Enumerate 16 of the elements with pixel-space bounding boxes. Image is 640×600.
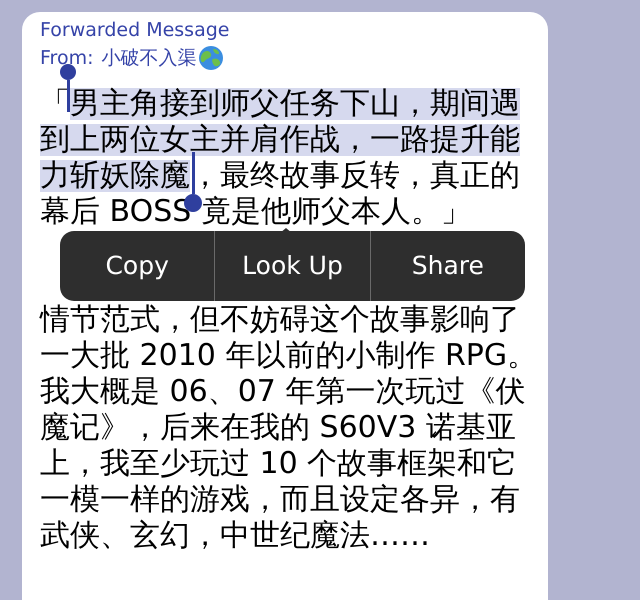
message-line: 我大概是 06、07 年第一次玩过《伏: [40, 376, 526, 408]
message-line: 一模一样的游戏，而且设定各异，有: [40, 484, 520, 516]
message-line: 武侠、玄幻，中世纪魔法……: [40, 520, 430, 552]
menu-button[interactable]: Copy: [60, 231, 214, 301]
message-line: 力斩妖除魔，最终故事反转，真正的: [40, 160, 520, 192]
menu-button[interactable]: Look Up: [214, 231, 370, 301]
message-line: 魔记》，后来在我的 S60V3 诺基亚: [40, 412, 516, 444]
sender-name[interactable]: 小破不入渠: [101, 44, 196, 72]
message-line: 一大批 2010 年以前的小制作 RPG。: [40, 340, 538, 372]
from-label: From:: [40, 46, 94, 71]
message-line: 幕后 BOSS 竟是他师父本人。」: [40, 196, 471, 228]
message-line: 上，我至少玩过 10 个故事框架和它: [40, 448, 518, 480]
forwarded-label: Forwarded Message: [40, 18, 230, 43]
menu-button[interactable]: Share: [370, 231, 525, 301]
message-line: 情节范式，但不妨碍这个故事影响了: [40, 304, 520, 336]
globe-icon: [198, 45, 224, 71]
